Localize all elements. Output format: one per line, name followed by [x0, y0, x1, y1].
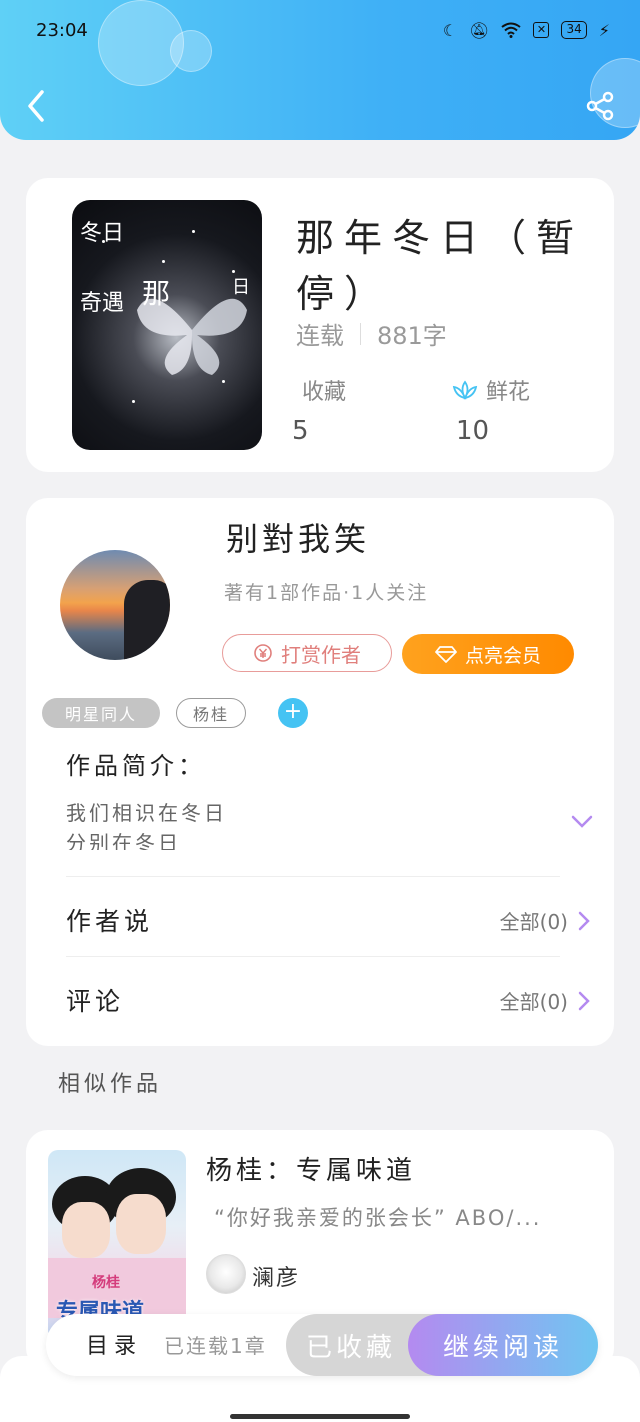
- author-stats: 著有1部作品·1人关注: [224, 582, 429, 604]
- diamond-icon: [435, 646, 457, 663]
- chevron-down-icon[interactable]: [570, 814, 594, 830]
- chevron-right-icon: [578, 991, 590, 1010]
- add-tag-button[interactable]: +: [278, 698, 308, 728]
- author-says-count: 全部(0): [499, 910, 568, 934]
- reward-author-label: 打赏作者: [281, 642, 361, 667]
- book-info-card: 冬日 奇遇 那 日 那年冬日（暂停） 连载 881字 收藏 5 鲜花 10: [26, 178, 614, 472]
- book-status: 连载: [296, 322, 344, 350]
- author-says-label: 作者说: [66, 907, 154, 936]
- battery-icon: 34: [561, 21, 587, 39]
- chevron-right-icon: [578, 911, 590, 930]
- cover-text: 奇遇: [80, 291, 125, 316]
- similar-work-cover[interactable]: 杨桂 专属味道: [48, 1150, 186, 1340]
- coin-icon: [254, 644, 272, 662]
- flowers-label-text: 鲜花: [486, 380, 531, 405]
- flowers-label[interactable]: 鲜花: [452, 374, 530, 406]
- top-header: 23:04 ☾ 🔕︎ ✕ 34 ⚡︎: [0, 0, 640, 140]
- home-indicator[interactable]: [230, 1414, 410, 1419]
- favorites-count: 5: [292, 416, 309, 446]
- favorites-label-text: 收藏: [302, 380, 347, 405]
- word-count: 881字: [377, 322, 447, 350]
- tag-chip[interactable]: 明星同人: [42, 698, 160, 728]
- intro-line: 分别在冬日: [66, 831, 181, 850]
- flowers-count: 10: [456, 416, 490, 446]
- comments-count: 全部(0): [499, 990, 568, 1014]
- similar-author-name: 澜彦: [252, 1266, 301, 1291]
- status-time: 23:04: [36, 19, 88, 41]
- activate-vip-label: 点亮会员: [464, 644, 541, 667]
- bell-off-icon: 🔕︎: [469, 20, 490, 40]
- reward-author-button[interactable]: 打赏作者: [222, 634, 392, 672]
- comments-all-link[interactable]: 全部(0): [500, 986, 590, 1015]
- similar-works-title: 相似作品: [58, 1072, 163, 1097]
- comments-label: 评论: [66, 987, 125, 1016]
- tag-chip[interactable]: 杨桂: [176, 698, 246, 728]
- cover-sub-text: 杨桂: [92, 1275, 120, 1291]
- intro-line: 我们相识在冬日: [66, 801, 227, 825]
- similar-work-title: 杨桂：专属味道: [206, 1156, 417, 1186]
- lotus-icon: [452, 380, 478, 400]
- cover-text: 日: [232, 277, 250, 298]
- author-name[interactable]: 别對我笑: [226, 514, 370, 560]
- status-bar: 23:04 ☾ 🔕︎ ✕ 34 ⚡︎: [36, 16, 610, 44]
- activate-vip-button[interactable]: 点亮会员: [402, 634, 574, 674]
- bottom-action-bar: 目录 已连载1章 已收藏 继续阅读: [46, 1314, 598, 1376]
- author-card: 别對我笑 著有1部作品·1人关注 打赏作者 点亮会员 明星同人 杨桂 + 作品简…: [26, 498, 614, 1046]
- similar-author-avatar: [206, 1254, 246, 1294]
- intro-text[interactable]: 我们相识在冬日 分别在冬日: [66, 798, 526, 850]
- book-meta: 连载 881字: [296, 316, 447, 351]
- status-icons: ☾ 🔕︎ ✕ 34 ⚡︎: [443, 21, 610, 40]
- cover-text: 冬日: [80, 221, 125, 246]
- divider: [66, 956, 560, 957]
- chapter-count: 已连载1章: [164, 1334, 267, 1358]
- continue-reading-button[interactable]: 继续阅读: [408, 1314, 598, 1376]
- avatar[interactable]: [60, 550, 170, 660]
- charging-icon: ⚡︎: [598, 20, 610, 40]
- favorites-label: 收藏: [302, 374, 346, 406]
- table-of-contents-button[interactable]: 目录: [86, 1328, 142, 1360]
- book-title: 那年冬日（暂停）: [296, 216, 585, 316]
- author-says-all-link[interactable]: 全部(0): [500, 906, 590, 935]
- sim-off-icon: ✕: [533, 22, 550, 38]
- avatar-figure: [124, 580, 170, 660]
- share-icon[interactable]: [584, 90, 616, 122]
- intro-title: 作品简介：: [66, 752, 206, 780]
- moon-icon: ☾: [442, 20, 458, 40]
- back-arrow-icon[interactable]: [22, 86, 52, 126]
- favorited-label: 已收藏: [305, 1332, 396, 1363]
- divider: [66, 876, 560, 877]
- cover-text: 那: [142, 277, 171, 310]
- book-cover[interactable]: 冬日 奇遇 那 日: [72, 200, 262, 450]
- similar-work-desc: “你好我亲爱的张会长” ABO/...: [214, 1206, 542, 1230]
- wifi-icon: [501, 22, 522, 38]
- divider: [360, 322, 361, 345]
